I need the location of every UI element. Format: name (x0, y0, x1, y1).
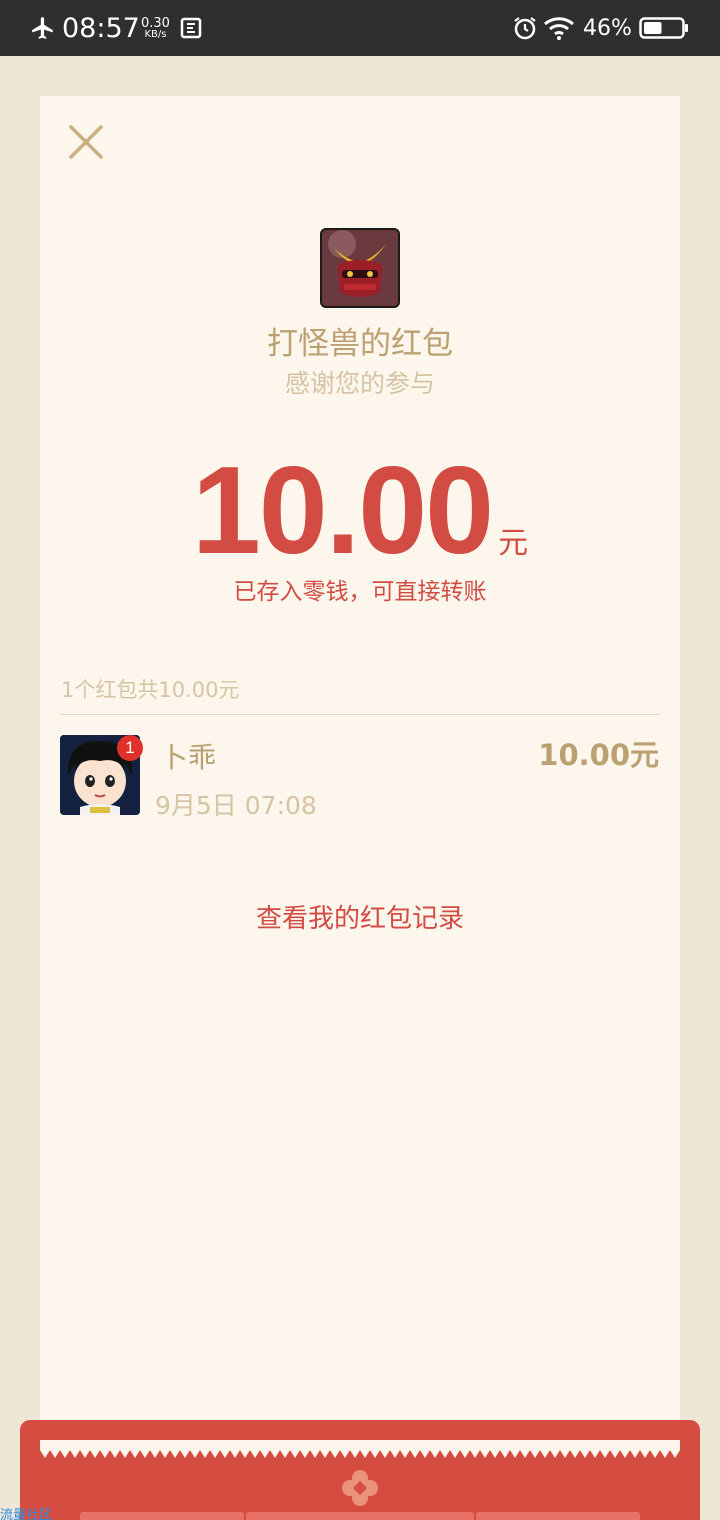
close-icon (69, 125, 103, 159)
packet-title: 打怪兽的红包 (267, 326, 453, 362)
wifi-icon (543, 0, 575, 56)
flower-icon (340, 1468, 380, 1508)
net-speed: 0.30 KB/s (141, 0, 170, 56)
alarm-icon (512, 0, 538, 56)
zigzag-edge (40, 1440, 680, 1458)
amount-value: 10.00 (191, 442, 494, 580)
net-speed-unit: KB/s (144, 28, 167, 40)
amount-display: 10.00 元 (0, 440, 720, 582)
unread-badge: 1 (117, 735, 143, 761)
view-records-link[interactable]: 查看我的红包记录 (0, 898, 720, 935)
close-button[interactable] (66, 122, 106, 162)
stored-note: 已存入零钱，可直接转账 (233, 579, 487, 605)
battery-percent: 46% (583, 15, 632, 41)
net-speed-value: 0.30 (141, 15, 170, 31)
footer-tab-center (246, 1512, 474, 1520)
receiver-name: 卜乖 (160, 741, 217, 774)
status-time: 08:57 (62, 12, 140, 44)
receiver-amount: 10.00元 (538, 738, 659, 772)
amount-unit: 元 (498, 526, 529, 561)
screenshot-icon (180, 0, 202, 56)
battery-icon (639, 0, 689, 56)
sender-avatar[interactable] (320, 228, 400, 308)
watermark: 流量社区 (0, 1508, 53, 1520)
footer-tab-right (476, 1512, 640, 1520)
receiver-time: 9月5日 07:08 (155, 791, 317, 820)
status-bar: 08:57 0.30 KB/s 46% (0, 0, 720, 56)
airplane-icon (30, 0, 56, 56)
packet-subtitle: 感谢您的参与 (284, 369, 435, 398)
footer-tab-left (80, 1512, 244, 1520)
divider (60, 714, 660, 715)
packet-summary: 1个红包共10.00元 (61, 678, 240, 702)
